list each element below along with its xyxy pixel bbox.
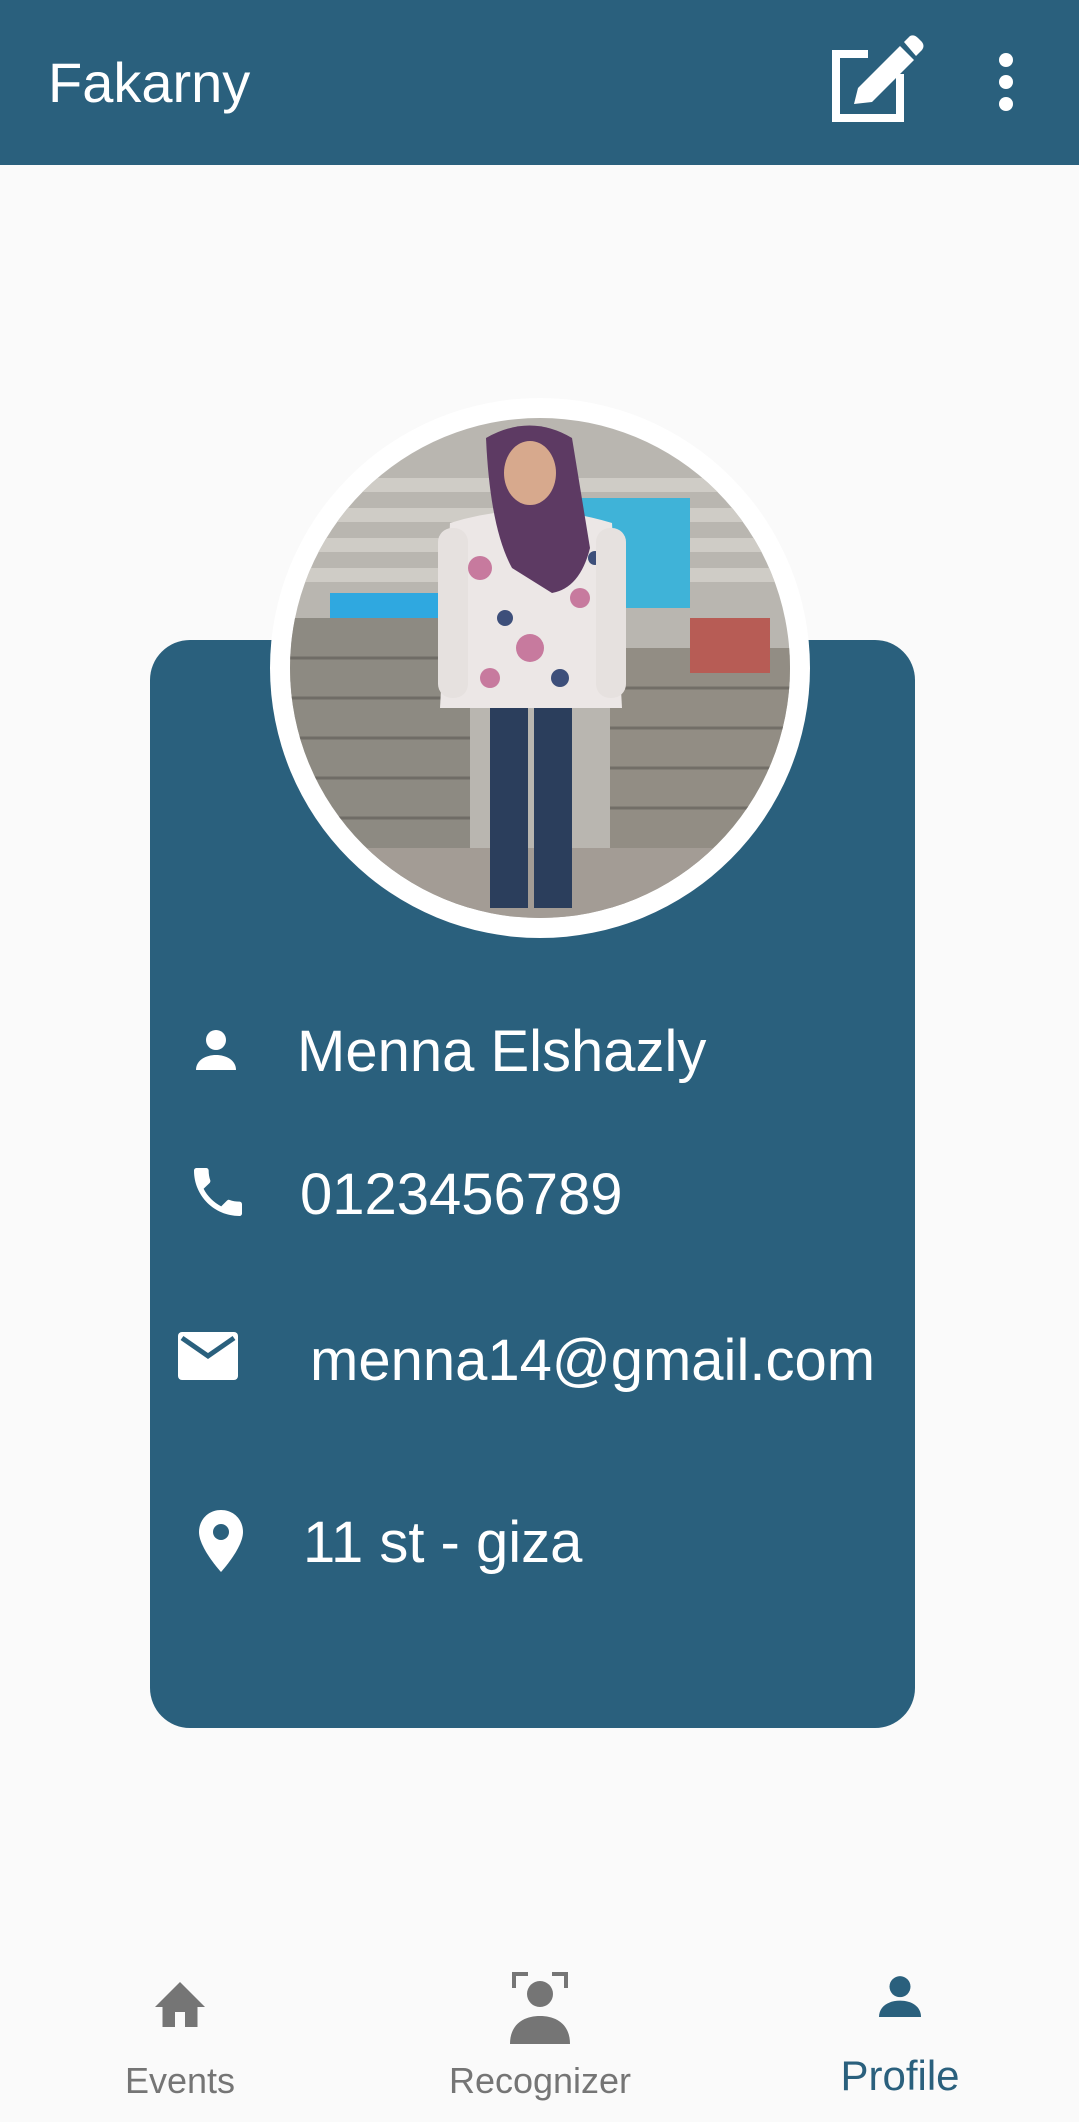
home-icon bbox=[155, 1982, 205, 2027]
profile-photo bbox=[290, 418, 790, 918]
profile-phone: 0123456789 bbox=[300, 1162, 623, 1227]
phone-icon bbox=[186, 1160, 250, 1224]
edit-profile-button[interactable] bbox=[828, 32, 928, 132]
edit-note-icon bbox=[832, 34, 924, 122]
nav-label-events: Events bbox=[124, 2060, 236, 2101]
bottom-navigation: Events Recognizer Profile bbox=[0, 1938, 1079, 2122]
app-title: Fakarny bbox=[48, 51, 251, 114]
nav-label-recognizer: Recognizer bbox=[448, 2060, 632, 2101]
avatar[interactable] bbox=[290, 418, 790, 918]
nav-label-profile: Profile bbox=[840, 2052, 960, 2099]
more-vert-icon bbox=[999, 53, 1013, 111]
face-scan-icon bbox=[510, 1972, 570, 2044]
person-icon bbox=[879, 1976, 921, 2017]
nav-item-events[interactable]: Events bbox=[80, 1938, 280, 2122]
email-icon bbox=[176, 1328, 240, 1384]
person-icon bbox=[186, 1020, 246, 1080]
profile-email: menna14@gmail.com bbox=[310, 1328, 876, 1393]
nav-item-recognizer[interactable]: Recognizer bbox=[420, 1938, 660, 2122]
profile-name: Menna Elshazly bbox=[297, 1019, 707, 1084]
location-icon bbox=[196, 1508, 246, 1574]
more-options-button[interactable] bbox=[986, 50, 1026, 114]
profile-address: 11 st - giza bbox=[303, 1510, 583, 1575]
app-bar: Fakarny bbox=[0, 0, 1079, 165]
avatar-ring bbox=[270, 398, 810, 938]
nav-item-profile[interactable]: Profile bbox=[800, 1938, 1000, 2122]
